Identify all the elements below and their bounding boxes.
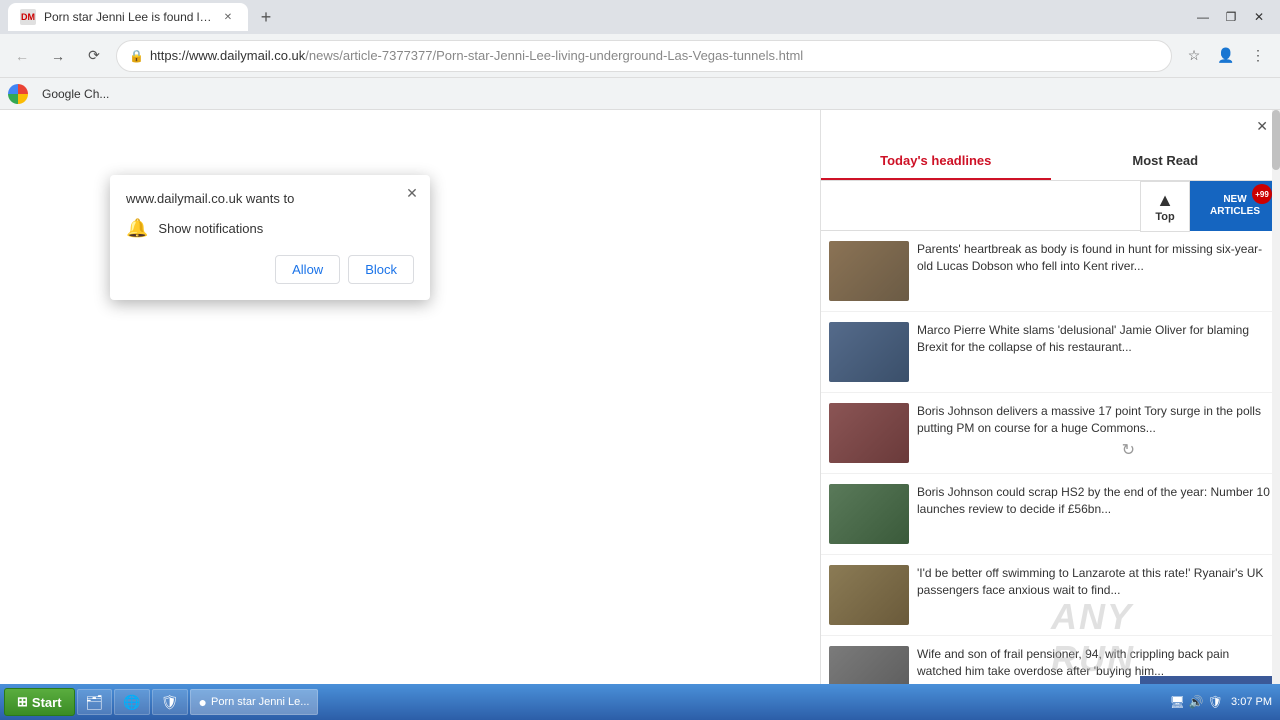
clock: 3:07 PM <box>1231 695 1272 709</box>
top-button[interactable]: ▲ Top <box>1140 181 1190 232</box>
taskbar-avast[interactable]: 🛡 <box>152 689 188 715</box>
scrollbar-thumb[interactable] <box>1272 110 1280 170</box>
address-bar: ← → ⟳ 🔒 https://www.dailymail.co.uk/news… <box>0 34 1280 78</box>
news-thumbnail <box>829 403 909 463</box>
account-icon[interactable]: 👤 <box>1212 42 1240 70</box>
tab-favicon: DM <box>20 9 36 25</box>
ie-icon: 🌐 <box>123 694 140 711</box>
news-thumbnail <box>829 241 909 301</box>
security-icon[interactable]: 🛡 <box>1208 695 1223 709</box>
bookmark-star-icon[interactable]: ☆ <box>1180 42 1208 70</box>
chrome-taskbar-label: Porn star Jenni Le... <box>211 696 309 708</box>
new-tab-button[interactable]: + <box>252 3 280 31</box>
time-display: 3:07 PM <box>1231 695 1272 709</box>
block-button[interactable]: Block <box>348 255 414 284</box>
notification-popup: ✕ www.dailymail.co.uk wants to 🔔 Show no… <box>110 175 430 300</box>
url-domain: https://www.dailymail.co.uk <box>150 48 305 63</box>
menu-icon[interactable]: ⋮ <box>1244 42 1272 70</box>
chrome-icon <box>8 84 28 104</box>
close-button[interactable]: ✕ <box>1246 7 1272 27</box>
allow-button[interactable]: Allow <box>275 255 340 284</box>
new-articles-button[interactable]: NEWARTICLES +99 <box>1190 181 1280 231</box>
browser-frame: DM Porn star Jenni Lee is found living i… <box>0 0 1280 720</box>
sidebar-tabs: Today's headlines Most Read <box>821 143 1280 181</box>
reload-button[interactable]: ⟳ <box>80 42 108 70</box>
start-button[interactable]: ⊞ Start <box>4 688 75 716</box>
sidebar-close-button[interactable]: ✕ <box>1252 114 1272 139</box>
news-thumbnail <box>829 322 909 382</box>
news-headline: Boris Johnson could scrap HS2 by the end… <box>917 484 1272 544</box>
lock-icon: 🔒 <box>129 49 144 63</box>
top-label: Top <box>1147 211 1183 223</box>
taskbar-explorer[interactable]: 🗂 <box>77 689 113 715</box>
taskbar-chrome[interactable]: ● Porn star Jenni Le... <box>190 689 319 715</box>
maximize-button[interactable]: ❐ <box>1218 7 1244 27</box>
news-headline: Marco Pierre White slams 'delusional' Ja… <box>917 322 1272 382</box>
avast-icon: 🛡 <box>161 694 179 711</box>
news-thumbnail <box>829 484 909 544</box>
news-thumbnail <box>829 565 909 625</box>
popup-request: 🔔 Show notifications <box>126 218 414 239</box>
minimize-button[interactable]: — <box>1190 7 1216 27</box>
start-icon: ⊞ <box>17 694 28 710</box>
tab-most-read[interactable]: Most Read <box>1051 143 1280 180</box>
url-text: https://www.dailymail.co.uk/news/article… <box>150 48 1159 63</box>
bookmark-google-chrome[interactable]: Google Ch... <box>32 82 119 106</box>
popup-close-button[interactable]: ✕ <box>402 183 422 203</box>
address-right: ☆ 👤 ⋮ <box>1180 42 1272 70</box>
back-button[interactable]: ← <box>8 42 36 70</box>
network-icon[interactable]: 🖥 <box>1170 695 1185 709</box>
chrome-taskbar-icon: ● <box>199 694 207 710</box>
taskbar: ⊞ Start 🗂 🌐 🛡 ● Porn star Jenni Le... 🖥 … <box>0 684 1280 720</box>
news-item[interactable]: Marco Pierre White slams 'delusional' Ja… <box>821 312 1280 393</box>
title-bar: DM Porn star Jenni Lee is found living i… <box>0 0 1280 34</box>
popup-request-text: Show notifications <box>158 221 263 236</box>
volume-icon[interactable]: 🔊 <box>1189 695 1204 709</box>
news-item[interactable]: Parents' heartbreak as body is found in … <box>821 231 1280 312</box>
page-content: ✕ www.dailymail.co.uk wants to 🔔 Show no… <box>0 110 1280 720</box>
bell-icon: 🔔 <box>126 218 148 239</box>
right-sidebar: ✕ Today's headlines Most Read ▲ Top NEWA… <box>820 110 1280 720</box>
news-item[interactable]: Boris Johnson could scrap HS2 by the end… <box>821 474 1280 555</box>
popup-buttons: Allow Block <box>126 255 414 284</box>
tab-todays-headlines[interactable]: Today's headlines <box>821 143 1051 180</box>
url-bar[interactable]: 🔒 https://www.dailymail.co.uk/news/artic… <box>116 40 1172 72</box>
loading-spinner: ↻ <box>1122 440 1135 460</box>
sys-icons: 🖥 🔊 🛡 <box>1170 695 1223 709</box>
popup-site-text: www.dailymail.co.uk wants to <box>126 191 414 206</box>
sidebar-top: ✕ <box>821 110 1280 143</box>
window-controls: — ❐ ✕ <box>1190 7 1272 27</box>
news-headline: Boris Johnson delivers a massive 17 poin… <box>917 403 1272 463</box>
news-item[interactable]: Boris Johnson delivers a massive 17 poin… <box>821 393 1280 474</box>
start-label: Start <box>32 695 62 710</box>
active-tab[interactable]: DM Porn star Jenni Lee is found living i… <box>8 3 248 31</box>
watermark: ANYRUN <box>1051 596 1135 680</box>
taskbar-ie[interactable]: 🌐 <box>114 689 149 715</box>
taskbar-right: 🖥 🔊 🛡 3:07 PM <box>1170 695 1276 709</box>
tab-close-button[interactable]: ✕ <box>220 9 236 25</box>
tab-title: Porn star Jenni Lee is found living in .… <box>44 10 212 24</box>
bookmark-label: Google Ch... <box>42 87 109 101</box>
forward-button[interactable]: → <box>44 42 72 70</box>
url-path: /news/article-7377377/Porn-star-Jenni-Le… <box>305 48 803 63</box>
news-headline: Parents' heartbreak as body is found in … <box>917 241 1272 301</box>
sidebar-actions: ▲ Top NEWARTICLES +99 <box>821 181 1280 231</box>
explorer-icon: 🗂 <box>86 694 104 711</box>
scrollbar-track[interactable] <box>1272 110 1280 720</box>
new-articles-badge: +99 <box>1252 184 1272 204</box>
bookmarks-bar: Google Ch... <box>0 78 1280 110</box>
